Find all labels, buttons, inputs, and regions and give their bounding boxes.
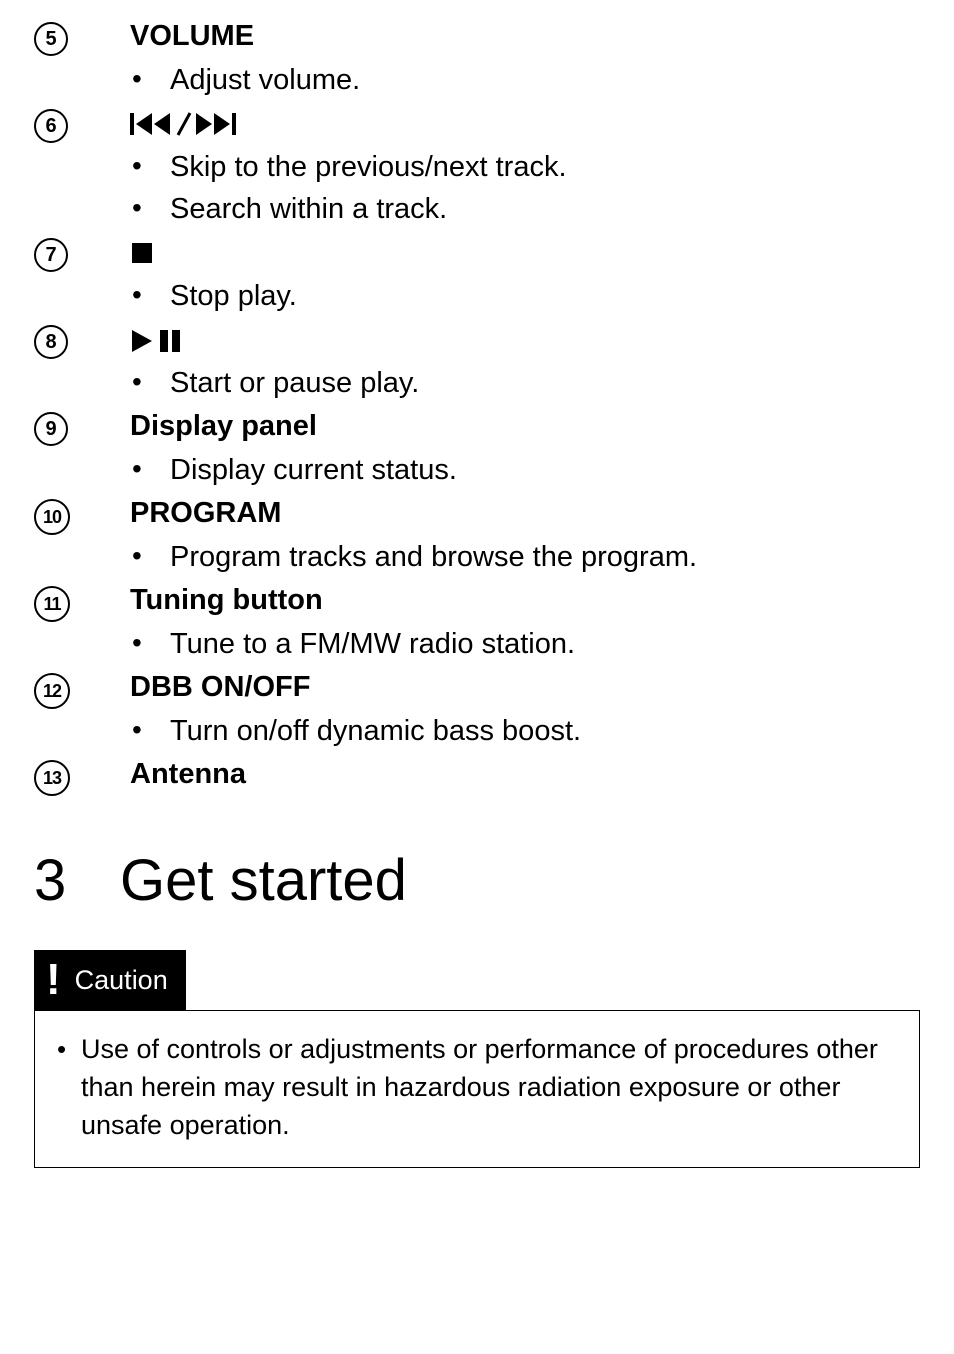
item-desc-5: Adjust volume. xyxy=(130,59,924,101)
list-item-9: 9 Display panel Display current status. xyxy=(30,410,924,491)
item-label-volume: VOLUME xyxy=(130,20,924,53)
chapter-number: 3 xyxy=(30,847,120,914)
exclamation-icon: ! xyxy=(46,958,61,1002)
item-number-13: 13 xyxy=(30,760,90,796)
item-number-12: 12 xyxy=(30,673,90,709)
list-item-7: 7 Stop play. xyxy=(30,236,924,317)
item-number-9: 9 xyxy=(30,412,90,446)
caution-text: Use of controls or adjustments or perfor… xyxy=(81,1031,897,1144)
play-pause-icon xyxy=(130,323,924,356)
item-label-dbb: DBB ON/OFF xyxy=(130,671,924,704)
item-desc-11: Tune to a FM/MW radio station. xyxy=(130,623,924,665)
item-number-5: 5 xyxy=(30,22,90,56)
chapter-title: Get started xyxy=(120,847,407,914)
list-item-10: 10 PROGRAM Program tracks and browse the… xyxy=(30,497,924,578)
list-item-5: 5 VOLUME Adjust volume. xyxy=(30,20,924,101)
item-desc-8: Start or pause play. xyxy=(130,362,924,404)
list-item-13: 13 Antenna xyxy=(30,758,924,797)
item-label-tuning-button: Tuning button xyxy=(130,584,924,617)
item-number-6: 6 xyxy=(30,109,90,143)
caution-block: ! Caution Use of controls or adjustments… xyxy=(34,950,920,1167)
item-desc-7: Stop play. xyxy=(130,275,924,317)
stop-icon xyxy=(130,236,924,269)
caution-label: Caution xyxy=(75,965,168,996)
list-item-8: 8 Start or pause play. xyxy=(30,323,924,404)
prev-next-track-icon xyxy=(130,107,924,140)
item-label-program: PROGRAM xyxy=(130,497,924,530)
item-number-8: 8 xyxy=(30,325,90,359)
chapter-heading: 3 Get started xyxy=(30,847,924,914)
caution-header: ! Caution xyxy=(34,950,186,1010)
item-label-antenna: Antenna xyxy=(130,758,924,791)
list-item-11: 11 Tuning button Tune to a FM/MW radio s… xyxy=(30,584,924,665)
item-label-display-panel: Display panel xyxy=(130,410,924,443)
item-desc-12: Turn on/off dynamic bass boost. xyxy=(130,710,924,752)
caution-body: Use of controls or adjustments or perfor… xyxy=(34,1010,920,1167)
item-number-11: 11 xyxy=(30,586,90,622)
item-desc-10: Program tracks and browse the program. xyxy=(130,536,924,578)
item-number-7: 7 xyxy=(30,238,90,272)
list-item-12: 12 DBB ON/OFF Turn on/off dynamic bass b… xyxy=(30,671,924,752)
item-desc-9: Display current status. xyxy=(130,449,924,491)
item-desc-6: Skip to the previous/next track. Search … xyxy=(130,146,924,230)
item-number-10: 10 xyxy=(30,499,90,535)
list-item-6: 6 Skip to the previous/next track. Searc… xyxy=(30,107,924,230)
